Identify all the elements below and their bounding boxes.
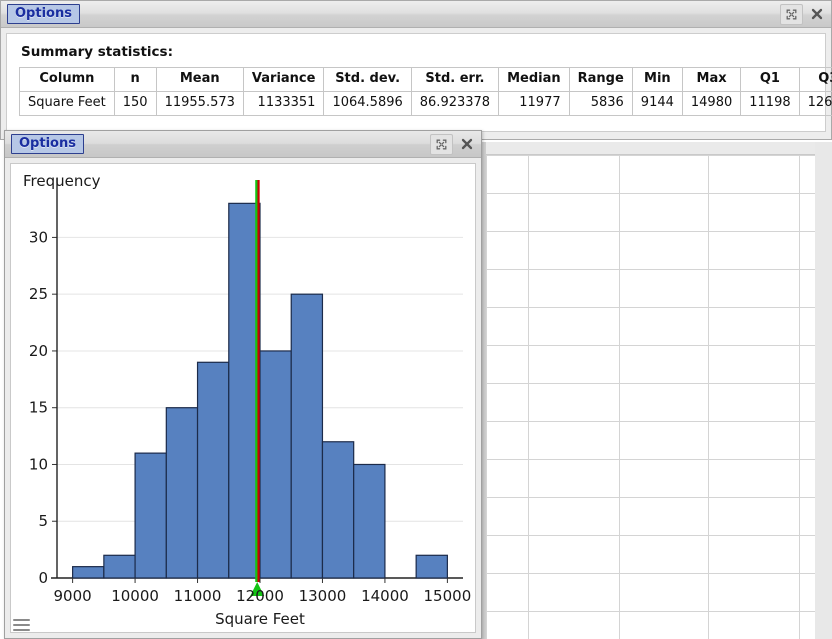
table-header-column: Column: [19, 67, 115, 92]
grid-row-divider: [486, 535, 832, 536]
table-row: Square Feet 150 11955.573 1133351 1064.5896 8…: [19, 91, 832, 116]
grid-row-divider: [486, 193, 832, 194]
table-cell: 9144: [631, 91, 683, 116]
table-cell: 11198: [740, 91, 800, 116]
close-icon[interactable]: [806, 5, 827, 24]
histogram-bar[interactable]: [259, 350, 292, 579]
table-cell: 12679: [798, 91, 832, 116]
histogram-bar[interactable]: [415, 554, 448, 579]
summary-window-titlebar: Options: [1, 1, 831, 28]
table-header-median: Median: [498, 67, 570, 92]
histogram-bar[interactable]: [196, 361, 230, 579]
table-header-n: n: [113, 67, 157, 92]
grid-column-divider: [708, 155, 709, 639]
summary-options-button[interactable]: Options: [7, 4, 80, 24]
histogram-plot-area[interactable]: Frequency 0 5 10 15 20 25 30 9000 10000 11000 12000…: [10, 163, 476, 633]
grid-row-divider: [486, 497, 832, 498]
x-axis-tick-label: 14000: [361, 587, 409, 605]
grid-row-divider: [486, 459, 832, 460]
table-cell: 1133351: [242, 91, 325, 116]
table-cell: Square Feet: [19, 91, 115, 116]
table-header-max: Max: [681, 67, 742, 92]
table-header-row: Column n Mean Variance Std. dev. Std. err. Med…: [19, 67, 832, 92]
table-header-variance: Variance: [242, 67, 325, 92]
histogram-window-titlebar: Options: [5, 131, 481, 158]
summary-statistics-table: Column n Mean Variance Std. dev. Std. err. Med…: [19, 67, 832, 116]
grid-row-divider: [486, 231, 832, 232]
histogram-bar[interactable]: [134, 452, 167, 579]
grid-row-divider: [486, 383, 832, 384]
table-header-range: Range: [568, 67, 633, 92]
table-header-std-dev: Std. dev.: [323, 67, 412, 92]
histogram-bar[interactable]: [353, 463, 386, 579]
table-cell: 5836: [568, 91, 633, 116]
histogram-bar[interactable]: [321, 441, 355, 579]
y-axis-tick-label: 10: [29, 455, 48, 473]
x-axis-tick-label: 15000: [424, 587, 472, 605]
spreadsheet-right-gutter: [815, 142, 832, 639]
grid-row-divider: [486, 345, 832, 346]
x-axis-tick-label: 11000: [174, 587, 222, 605]
grid-column-divider: [486, 155, 487, 639]
summary-statistics-body: Summary statistics: Column n Mean Variance S…: [6, 33, 832, 132]
table-header-q3: Q3: [798, 67, 832, 92]
histogram-options-button[interactable]: Options: [11, 134, 84, 154]
table-cell: 14980: [681, 91, 742, 116]
y-axis-tick-label: 25: [29, 285, 48, 303]
maximize-icon[interactable]: [430, 133, 453, 155]
table-cell: 1064.5896: [323, 91, 412, 116]
histogram-bar[interactable]: [290, 293, 324, 579]
spreadsheet-grid[interactable]: [486, 155, 832, 639]
x-axis-tick-label: 13000: [299, 587, 347, 605]
histogram-chart[interactable]: Frequency 0 5 10 15 20 25 30 9000 10000 11000 12000…: [11, 164, 475, 632]
y-axis-tick-label: 15: [29, 399, 48, 417]
y-axis-tick-label: 30: [29, 228, 48, 246]
grid-column-divider: [799, 155, 800, 639]
histogram-bar[interactable]: [103, 554, 136, 579]
hamburger-icon[interactable]: [13, 619, 30, 632]
table-cell: 11977: [498, 91, 570, 116]
table-header-q1: Q1: [740, 67, 800, 92]
table-header-mean: Mean: [155, 67, 244, 92]
summary-caption: Summary statistics:: [21, 44, 173, 60]
histogram-bar[interactable]: [72, 566, 105, 579]
grid-row-divider: [486, 155, 832, 156]
x-axis-tick-label: 10000: [111, 587, 159, 605]
close-icon[interactable]: [456, 135, 477, 154]
table-cell: 150: [113, 91, 157, 116]
histogram-bar[interactable]: [165, 407, 199, 579]
y-axis-tick-label: 20: [29, 342, 48, 360]
spreadsheet-panel[interactable]: [481, 142, 832, 639]
grid-row-divider: [486, 421, 832, 422]
spreadsheet-top-strip: [482, 142, 832, 155]
grid-row-divider: [486, 611, 832, 612]
x-axis-label: Square Feet: [215, 610, 305, 628]
y-axis-label: Frequency: [23, 172, 101, 190]
y-axis-tick-label: 0: [38, 569, 48, 587]
summary-statistics-window: Options Summary statistics: Column n Mea…: [0, 0, 832, 140]
grid-column-divider: [528, 155, 529, 639]
table-header-min: Min: [631, 67, 683, 92]
grid-row-divider: [486, 269, 832, 270]
grid-column-divider: [619, 155, 620, 639]
histogram-window: Options Frequency 0 5 10 15 20 25 30 9000 10000 11…: [4, 130, 482, 639]
table-header-std-err: Std. err.: [410, 67, 500, 92]
grid-row-divider: [486, 573, 832, 574]
table-cell: 86.923378: [410, 91, 500, 116]
x-axis-tick-label: 12000: [236, 587, 284, 605]
table-cell: 11955.573: [155, 91, 244, 116]
maximize-icon[interactable]: [780, 3, 803, 25]
grid-row-divider: [486, 307, 832, 308]
x-axis-tick-label: 9000: [54, 587, 92, 605]
y-axis-tick-label: 5: [38, 512, 48, 530]
